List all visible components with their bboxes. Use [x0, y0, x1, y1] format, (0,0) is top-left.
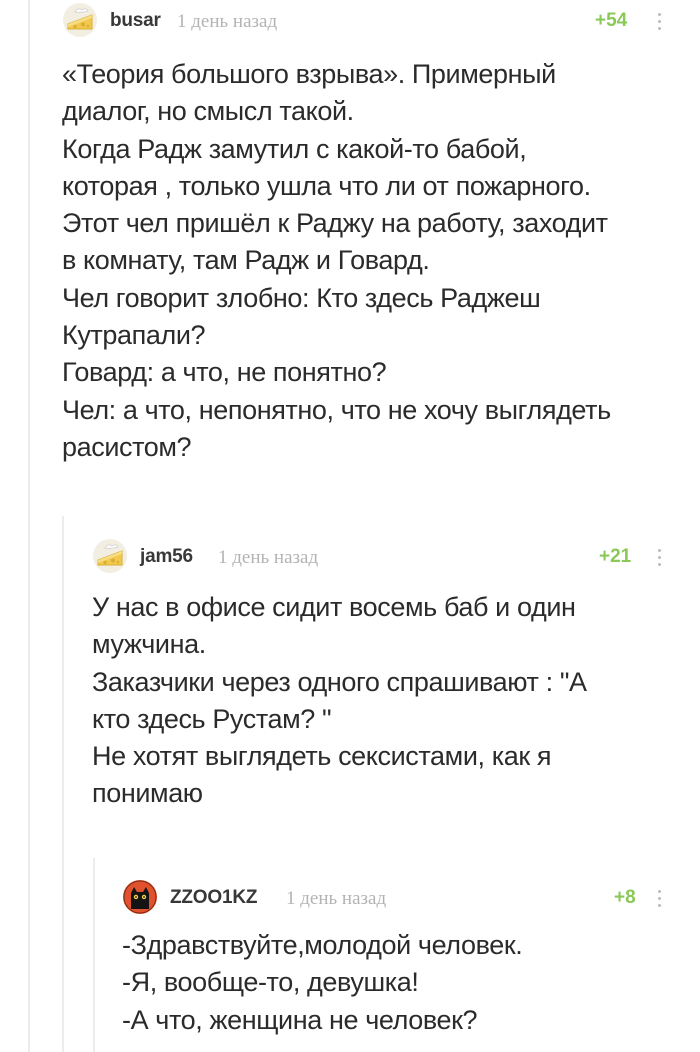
comment-line: Когда Радж замутил с какой-то бабой,: [62, 133, 527, 164]
cheese-avatar-icon[interactable]: [92, 538, 128, 574]
comment-line: У нас в офисе сидит восемь баб и один: [92, 592, 576, 622]
comment-busar: busar 1 день назад +54 «Теория большого …: [62, 2, 682, 466]
comment-body: -Здравствуйте,молодой человек. -Я, вообщ…: [122, 927, 682, 1039]
comment-jam56: jam56 1 день назад +21 У нас в офисе сид…: [92, 538, 682, 813]
comment-line: -Я, вообще-то, девушка!: [122, 967, 419, 998]
comment-line: понимаю: [92, 778, 203, 809]
black-cat-avatar-icon[interactable]: [122, 879, 158, 915]
comment-line: Кутрапали?: [62, 320, 206, 351]
comment-line: кто здесь Рустам? ": [92, 703, 332, 734]
comment-line: Чел говорит злобно: Кто здесь Раджеш: [62, 282, 541, 313]
comment-line: в комнату, там Радж и Говард.: [62, 245, 430, 276]
timestamp: 1 день назад: [177, 11, 278, 32]
comment-body: «Теория большого взрыва». Примерный диал…: [62, 56, 682, 466]
rating: +8: [614, 887, 636, 908]
comment-header: jam56 1 день назад +21: [92, 538, 682, 578]
cheese-avatar-icon[interactable]: [62, 2, 98, 38]
more-options-icon[interactable]: [652, 544, 666, 570]
comment-line: Этот чел пришёл к Раджу на работу, заход…: [62, 208, 608, 239]
comment-header: busar 1 день назад +54: [62, 2, 682, 42]
username[interactable]: busar: [110, 10, 161, 32]
comment-line: Говард: а что, не понятно?: [62, 357, 387, 388]
thread-line-level-1[interactable]: [28, 0, 30, 1052]
more-options-icon[interactable]: [652, 8, 666, 34]
comment-body: У нас в офисе сидит восемь баб и один му…: [92, 589, 682, 813]
comment-line: Чел: а что, непонятно, что не хочу выгля…: [62, 394, 611, 425]
thread-line-level-3[interactable]: [93, 858, 95, 1052]
comment-line: мужчина.: [92, 629, 206, 660]
comment-line: -А что, женщина не человек?: [122, 1004, 478, 1035]
username[interactable]: jam56: [140, 546, 193, 568]
comment-line: Заказчики через одного спрашивают : "А: [92, 666, 587, 697]
comments-page: busar 1 день назад +54 «Теория большого …: [0, 0, 700, 1052]
rating: +21: [599, 546, 632, 567]
thread-line-level-2[interactable]: [62, 516, 64, 1052]
comment-zzoo1kz: ZZOO1KZ 1 день назад +8 -Здравствуйте,мо…: [122, 879, 682, 1039]
comment-line: Не хотят выглядеть сексистами, как я: [92, 741, 552, 772]
username[interactable]: ZZOO1KZ: [170, 887, 257, 909]
comment-line: -Здравствуйте,молодой человек.: [122, 930, 523, 960]
comment-header: ZZOO1KZ 1 день назад +8: [122, 879, 682, 919]
timestamp: 1 день назад: [218, 547, 319, 568]
more-options-icon[interactable]: [652, 885, 666, 911]
comment-line: диалог, но смысл такой.: [62, 96, 354, 127]
comment-line: «Теория большого взрыва». Примерный: [62, 59, 556, 89]
timestamp: 1 день назад: [286, 888, 387, 909]
comment-line: которая , только ушла что ли от пожарног…: [62, 170, 591, 201]
rating: +54: [595, 10, 628, 31]
comment-line: расистом?: [62, 431, 192, 462]
